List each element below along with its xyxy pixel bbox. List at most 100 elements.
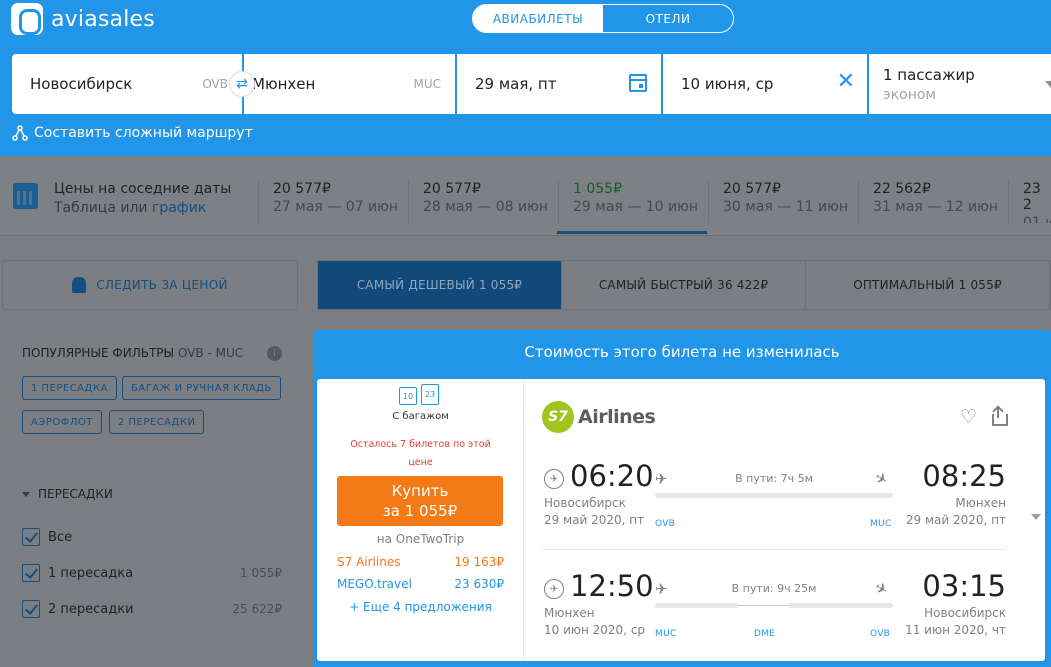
nearby-date-cell[interactable]: 23 2 01 ию <box>1008 181 1051 223</box>
nearby-date-cell[interactable]: 22 562₽ 31 мая — 12 июн <box>858 181 1008 223</box>
arrival-time: 08:25 <box>922 459 1006 493</box>
option-price: 1 055₽ <box>240 566 282 580</box>
checkbox[interactable] <box>22 564 40 582</box>
airport-code: OVB <box>870 629 891 639</box>
cell-range: 01 ию <box>1023 215 1051 223</box>
ticket-popup: Стоимость этого билета не изменилась 10 … <box>313 330 1051 667</box>
departure-time: 06:20 <box>570 459 654 493</box>
subtitle-prefix: Таблица или <box>54 200 148 216</box>
nearby-date-cell[interactable]: 20 577₽ 30 мая — 11 июн <box>708 181 858 223</box>
arrival-time: 03:15 <box>922 569 1006 603</box>
chart-link[interactable]: график <box>152 200 206 216</box>
nearby-dates-subtitle: Таблица или график <box>54 200 206 216</box>
arrival-date: 29 май 2020, пт <box>905 513 1006 527</box>
swap-icon[interactable]: ⇄ <box>229 71 255 97</box>
nearby-date-cell-selected[interactable]: 1 055₽ 29 мая — 10 июн <box>558 181 708 223</box>
stops-filter-panel: ПЕРЕСАДКИ Все 1 пересадка 1 055₽ 2 перес… <box>2 468 298 667</box>
nearby-dates-title: Цены на соседние даты <box>54 181 232 197</box>
clear-icon[interactable]: ✕ <box>837 71 855 93</box>
calendar-icon[interactable] <box>629 74 647 92</box>
popular-filters-panel: ПОПУЛЯРНЫЕ ФИЛЬТРЫ OVB - MUC i 1 ПЕРЕСАД… <box>2 330 298 450</box>
filter-chip[interactable]: 2 ПЕРЕСАДКИ <box>109 410 205 434</box>
share-icon[interactable] <box>991 405 1008 426</box>
origin-city: Новосибирск <box>30 75 133 93</box>
destination-iata: MUC <box>413 77 441 91</box>
flight-duration: В пути: 7ч 5м <box>735 472 813 485</box>
passengers-field[interactable]: 1 пассажир эконом <box>869 54 1051 114</box>
bell-icon <box>72 277 87 293</box>
return-date: 10 июня, ср <box>681 75 774 93</box>
calendar-table-icon <box>13 183 38 209</box>
tab-flights[interactable]: АВИАБИЛЕТЫ <box>473 5 603 32</box>
ticket-card: 10 23 С багажом Осталось 7 билетов по эт… <box>317 379 1045 661</box>
track-price-button[interactable]: СЛЕДИТЬ ЗА ЦЕНОЙ <box>2 260 298 310</box>
option-label: 1 пересадка <box>48 565 134 581</box>
sort-fastest[interactable]: САМЫЙ БЫСТРЫЙ 36 422₽ <box>562 261 806 309</box>
origin-iata: OVB <box>202 77 228 91</box>
departure-date: 29 май 2020, пт <box>544 513 645 527</box>
stops-option[interactable]: 2 пересадки 25 622₽ <box>22 600 282 618</box>
filter-chip[interactable]: 1 ПЕРЕСАДКА <box>22 376 117 400</box>
airport-code: OVB <box>655 519 676 529</box>
baggage-icons: 10 23 <box>399 384 439 405</box>
cell-price: 20 577₽ <box>423 181 481 197</box>
price-unchanged-notice: Стоимость этого билета не изменилась <box>524 343 840 361</box>
title-route: OVB - MUC <box>177 346 244 360</box>
logo[interactable]: aviasales <box>11 3 155 35</box>
stops-option[interactable]: Все <box>22 528 282 546</box>
flight-duration: В пути: 9ч 25м <box>731 582 817 595</box>
route-line <box>655 603 893 608</box>
info-icon[interactable]: i <box>267 346 282 361</box>
complex-route-label: Составить сложный маршрут <box>34 125 253 141</box>
buy-button[interactable]: Купить за 1 055₽ <box>337 476 503 526</box>
sort-price: 36 422₽ <box>717 278 769 292</box>
search-form: Новосибирск OVB ⇄ Мюнхен MUC 29 мая, пт … <box>12 54 1051 114</box>
ticket-buy-column: 10 23 С багажом Осталось 7 билетов по эт… <box>317 379 524 661</box>
offer-agency: S7 Airlines <box>337 555 401 569</box>
cell-price: 20 577₽ <box>723 181 781 197</box>
sort-optimal[interactable]: ОПТИМАЛЬНЫЙ 1 055₽ <box>806 261 1050 309</box>
airport-code: DME <box>754 629 776 639</box>
tab-hotels[interactable]: ОТЕЛИ <box>603 5 733 32</box>
sort-cheapest[interactable]: САМЫЙ ДЕШЕВЫЙ 1 055₽ <box>318 261 562 309</box>
depart-date-field[interactable]: 29 мая, пт <box>457 54 661 114</box>
logo-text: aviasales <box>51 6 155 32</box>
sort-label: САМЫЙ ДЕШЕВЫЙ <box>356 278 475 292</box>
expand-arrow-icon[interactable] <box>1031 514 1041 520</box>
pin-icon[interactable]: ✈ <box>544 579 564 599</box>
flight-segment-outbound: ✈ 06:20 08:25 Новосибирск Мюнхен 29 май … <box>542 459 1006 549</box>
offer-row[interactable]: S7 Airlines 19 163₽ <box>337 555 504 569</box>
cell-price: 22 562₽ <box>873 181 931 197</box>
filter-chip[interactable]: БАГАЖ И РУЧНАЯ КЛАДЬ <box>122 376 281 400</box>
header: aviasales АВИАБИЛЕТЫ ОТЕЛИ Новосибирск O… <box>0 0 1051 156</box>
cell-range: 27 мая — 07 июн <box>273 199 399 215</box>
more-offers-link[interactable]: + Еще 4 предложения <box>317 600 524 614</box>
popular-filters-title: ПОПУЛЯРНЫЕ ФИЛЬТРЫ OVB - MUC <box>22 346 243 360</box>
offer-agency: MEGO.travel <box>337 577 412 591</box>
pin-icon[interactable]: ✈ <box>544 469 564 489</box>
agency-name: на OneTwoTrip <box>376 532 465 546</box>
stops-option[interactable]: 1 пересадка 1 055₽ <box>22 564 282 582</box>
nearby-date-cell[interactable]: 20 577₽ 28 мая — 08 июн <box>408 181 558 223</box>
selected-date-underline <box>557 231 707 234</box>
stops-filter-header[interactable]: ПЕРЕСАДКИ <box>22 487 113 501</box>
cell-range: 30 мая — 11 июн <box>723 199 849 215</box>
heart-icon[interactable]: ♡ <box>960 408 977 427</box>
airline-name: Airlines <box>578 406 656 428</box>
offer-row[interactable]: MEGO.travel 23 630₽ <box>337 577 504 591</box>
return-date-field[interactable]: 10 июня, ср ✕ <box>663 54 867 114</box>
cell-price: 1 055₽ <box>573 181 622 197</box>
checkbox[interactable] <box>22 528 40 546</box>
origin-field[interactable]: Новосибирск OVB ⇄ <box>12 54 255 114</box>
nearby-date-cell[interactable]: 20 577₽ 27 мая — 07 июн <box>258 181 408 223</box>
departure-city: Мюнхен <box>544 606 595 620</box>
filter-chip[interactable]: АЭРОФЛОТ <box>22 410 102 434</box>
complex-route-link[interactable]: Составить сложный маршрут <box>12 125 253 141</box>
checkbox[interactable] <box>22 600 40 618</box>
chevron-down-icon[interactable] <box>1045 81 1051 88</box>
destination-field[interactable]: Мюнхен MUC <box>244 54 455 114</box>
airport-code: MUC <box>655 629 677 639</box>
sort-label: ОПТИМАЛЬНЫЙ <box>853 278 955 292</box>
passengers-count: 1 пассажир <box>883 66 975 84</box>
aviasales-logo-icon <box>11 3 43 35</box>
